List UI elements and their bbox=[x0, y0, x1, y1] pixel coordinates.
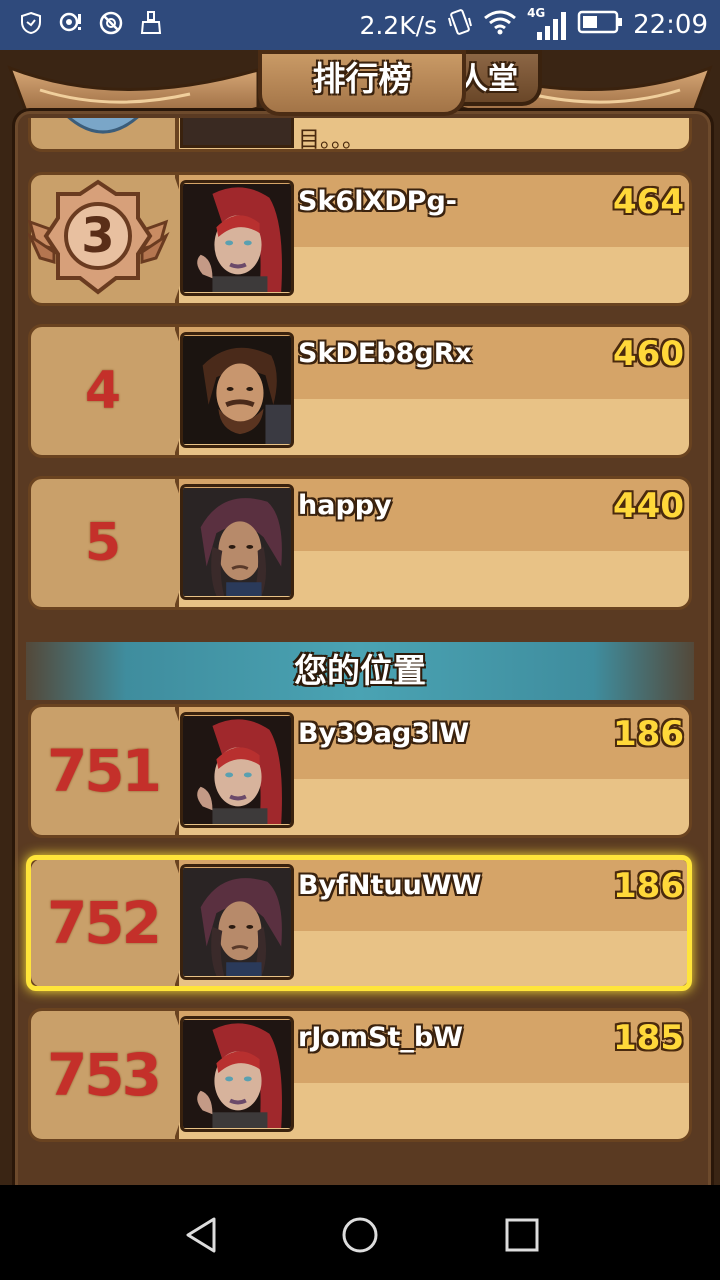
player-score: 440 bbox=[613, 486, 684, 526]
rank-number: 753 bbox=[46, 1041, 162, 1109]
back-button[interactable] bbox=[182, 1215, 222, 1255]
cleaner-icon bbox=[138, 10, 164, 36]
player-name: Sk6lXDPg- bbox=[298, 186, 457, 217]
player-score: 186 bbox=[613, 714, 684, 754]
player-avatar bbox=[180, 1016, 294, 1132]
shield-icon bbox=[18, 10, 44, 36]
home-icon bbox=[342, 1217, 378, 1253]
tab-leaderboard[interactable]: 排行榜 bbox=[258, 50, 466, 116]
partial-row: 目。。。 bbox=[28, 118, 692, 154]
player-avatar bbox=[180, 864, 294, 980]
player-name: By39ag3lW bbox=[298, 718, 470, 749]
player-avatar bbox=[180, 712, 294, 828]
leaderboard-row[interactable]: 751 By39ag3lW 186 bbox=[28, 704, 692, 838]
player-score: 185 bbox=[613, 1018, 684, 1058]
rank-number: 4 bbox=[84, 361, 122, 421]
player-avatar bbox=[180, 332, 294, 448]
leaderboard-row[interactable]: 3 Sk6lXDPg- 464 bbox=[26, 172, 692, 306]
back-icon bbox=[186, 1217, 216, 1253]
rank-number: 752 bbox=[46, 889, 162, 957]
leaderboard-row[interactable]: 4 SkDEb8gRx 460 bbox=[28, 324, 692, 458]
player-score: 186 bbox=[613, 866, 684, 906]
player-avatar bbox=[180, 180, 294, 296]
leaderboard-row-self[interactable]: 752 ByfNtuuWW 186 bbox=[28, 856, 692, 990]
avatar bbox=[180, 118, 294, 148]
clock: 22:09 bbox=[633, 10, 708, 40]
recents-icon bbox=[505, 1218, 539, 1252]
battery-icon bbox=[577, 9, 623, 42]
navigation-bar bbox=[0, 1185, 720, 1280]
rank-number: 5 bbox=[84, 513, 122, 573]
player-name-fragment: 目。。。 bbox=[298, 128, 365, 153]
player-name: happy bbox=[298, 490, 392, 521]
rank-number: 3 bbox=[81, 208, 115, 264]
your-position-divider: 您的位置 bbox=[26, 642, 694, 700]
silver-medal-icon bbox=[67, 118, 139, 134]
wifi-icon bbox=[483, 9, 517, 42]
player-name: SkDEb8gRx bbox=[298, 338, 472, 369]
bronze-medal-icon: 3 bbox=[26, 172, 178, 306]
leaderboard-row[interactable]: 753 rJomSt_bW 185 bbox=[28, 1008, 692, 1142]
recents-button[interactable] bbox=[502, 1215, 542, 1255]
network-speed: 2.2K/s bbox=[359, 10, 438, 40]
player-avatar bbox=[180, 484, 294, 600]
signal-icon: 4G bbox=[527, 6, 567, 42]
block-icon bbox=[98, 10, 124, 36]
status-bar: 2.2K/s 4G 22:09 bbox=[0, 0, 720, 50]
home-button[interactable] bbox=[340, 1215, 380, 1255]
leaderboard-screen: 人堂 排行榜 目。。。 3 Sk6lXDPg- 464 4 SkDEb8gRx 460 5 h… bbox=[0, 50, 720, 1185]
player-score: 460 bbox=[613, 334, 684, 374]
rank-number: 751 bbox=[46, 737, 162, 805]
player-score: 464 bbox=[613, 182, 684, 222]
player-name: ByfNtuuWW bbox=[298, 870, 482, 901]
notification-icon bbox=[58, 10, 84, 36]
player-name: rJomSt_bW bbox=[298, 1022, 464, 1053]
vibrate-icon bbox=[447, 8, 473, 43]
your-position-label: 您的位置 bbox=[294, 651, 426, 690]
leaderboard-row[interactable]: 5 happy 440 bbox=[28, 476, 692, 610]
